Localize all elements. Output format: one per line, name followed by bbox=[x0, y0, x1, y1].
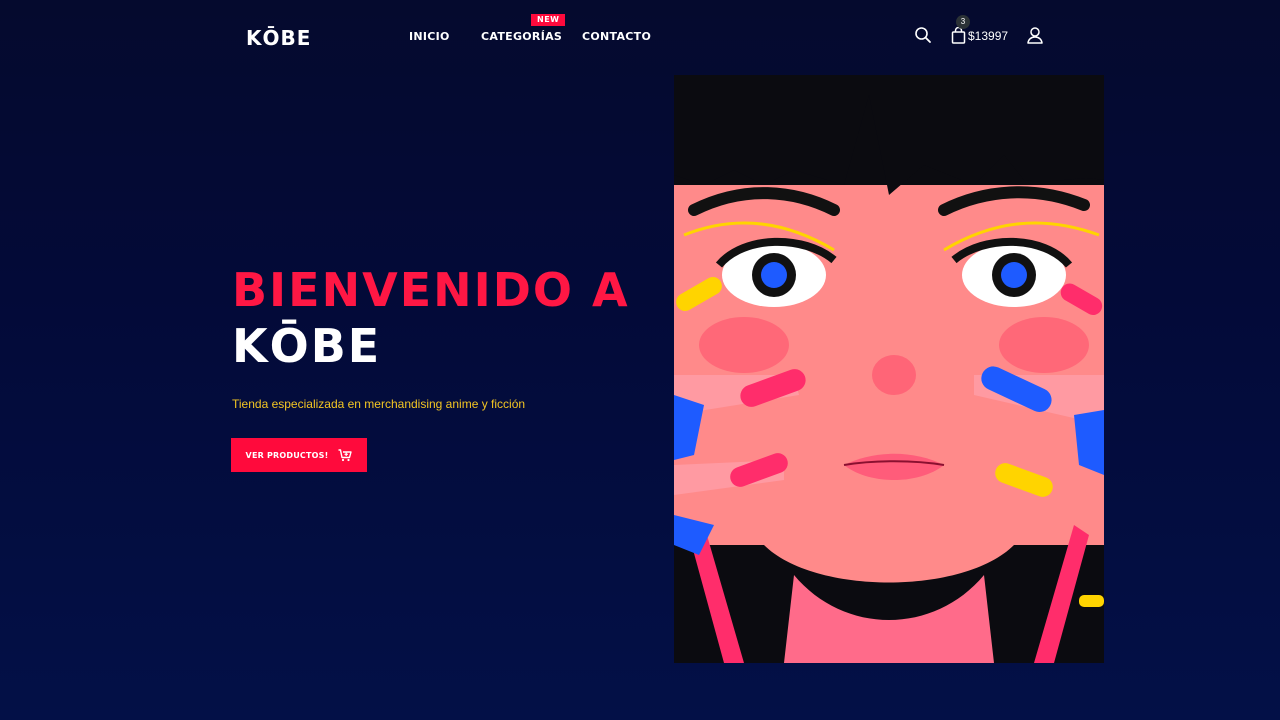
hero-title-line2: KŌBE bbox=[232, 319, 382, 373]
hero-subtitle: Tienda especializada en merchandising an… bbox=[232, 397, 526, 411]
cart-count-badge: 3 bbox=[956, 15, 970, 29]
hero-title-line1: BIENVENIDO A bbox=[232, 263, 630, 317]
view-products-label: VER PRODUCTOS! bbox=[245, 450, 329, 460]
new-badge: NEW bbox=[531, 14, 566, 26]
search-icon[interactable] bbox=[914, 26, 932, 44]
hero-title: BIENVENIDO A KŌBE bbox=[232, 262, 630, 374]
nav-item-categorias[interactable]: CATEGORÍAS bbox=[481, 30, 562, 43]
view-products-button[interactable]: VER PRODUCTOS! bbox=[231, 438, 367, 472]
cart-total: $13997 bbox=[968, 29, 1009, 43]
user-icon[interactable] bbox=[1026, 26, 1044, 44]
nav-item-inicio[interactable]: INICIO bbox=[409, 30, 450, 43]
shopping-bag-icon bbox=[951, 26, 966, 44]
top-navbar: KŌBE INICIO NEW CATEGORÍAS CONTACTO 3 $1… bbox=[0, 0, 1280, 72]
nav-item-contacto[interactable]: CONTACTO bbox=[582, 30, 651, 43]
anime-girl-illustration bbox=[674, 75, 1104, 663]
cart-plus-icon bbox=[338, 448, 353, 462]
brand-logo[interactable]: KŌBE bbox=[246, 26, 311, 50]
